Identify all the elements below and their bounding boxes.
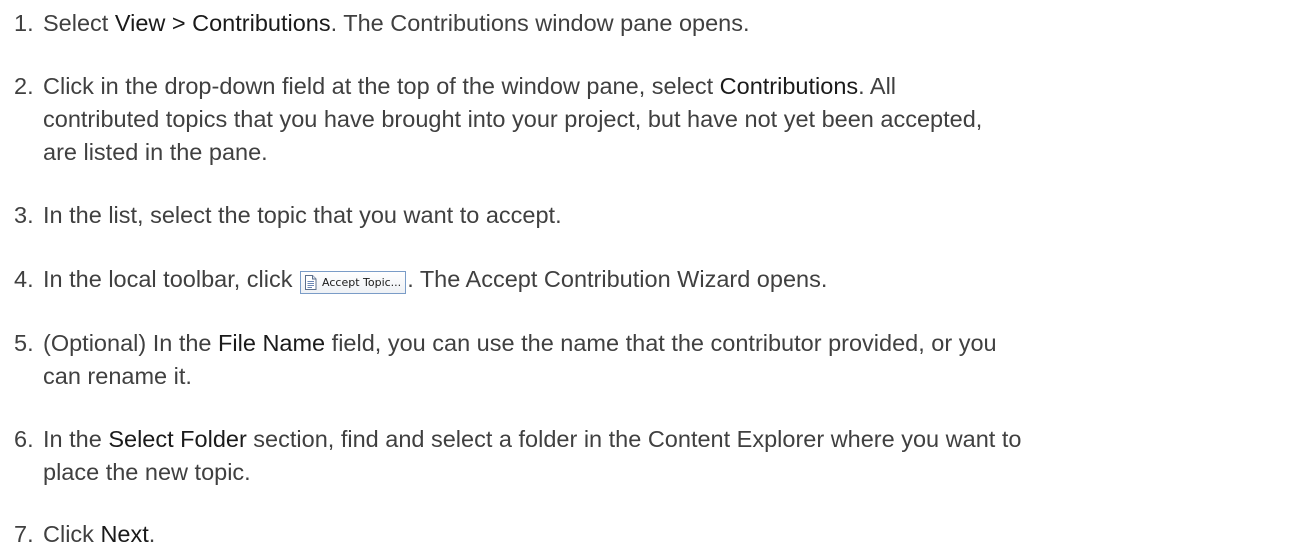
step-1: 1. Select View > Contributions. The Cont… — [0, 7, 1290, 40]
step-text: (Optional) In the File Name field, you c… — [43, 330, 997, 389]
button-name: Next — [100, 521, 149, 547]
step-number: 4. — [14, 266, 34, 292]
step-number: 6. — [14, 426, 34, 452]
step-number: 3. — [14, 202, 34, 228]
step-5: 5. (Optional) In the File Name field, yo… — [0, 327, 1290, 393]
accept-topic-label: Accept Topic... — [322, 276, 402, 289]
step-number: 5. — [14, 330, 34, 356]
step-text: Click Next. — [43, 521, 156, 547]
step-text: Click in the drop-down field at the top … — [43, 73, 983, 165]
step-text: Select View > Contributions. The Contrib… — [43, 10, 750, 36]
field-name: File Name — [218, 330, 326, 356]
step-number: 2. — [14, 73, 34, 99]
step-3: 3. In the list, select the topic that yo… — [0, 199, 1290, 232]
step-2: 2. Click in the drop-down field at the t… — [0, 70, 1290, 169]
step-text: In the list, select the topic that you w… — [43, 202, 562, 228]
step-6: 6. In the Select Folder section, find an… — [0, 423, 1290, 489]
step-4: 4. In the local toolbar, click Accept To… — [0, 263, 1290, 296]
accept-topic-button[interactable]: Accept Topic... — [300, 271, 407, 294]
step-text: In the Select Folder section, find and s… — [43, 426, 1022, 485]
step-text: In the local toolbar, click Accept Topic… — [43, 263, 1290, 296]
step-number: 7. — [14, 521, 34, 547]
step-number: 1. — [14, 10, 34, 36]
option-name: Contributions — [719, 73, 859, 99]
section-name: Select Folder — [108, 426, 247, 452]
document-icon — [305, 275, 317, 290]
step-7: 7. Click Next. — [0, 518, 1290, 551]
menu-path: View > Contributions — [114, 10, 331, 36]
